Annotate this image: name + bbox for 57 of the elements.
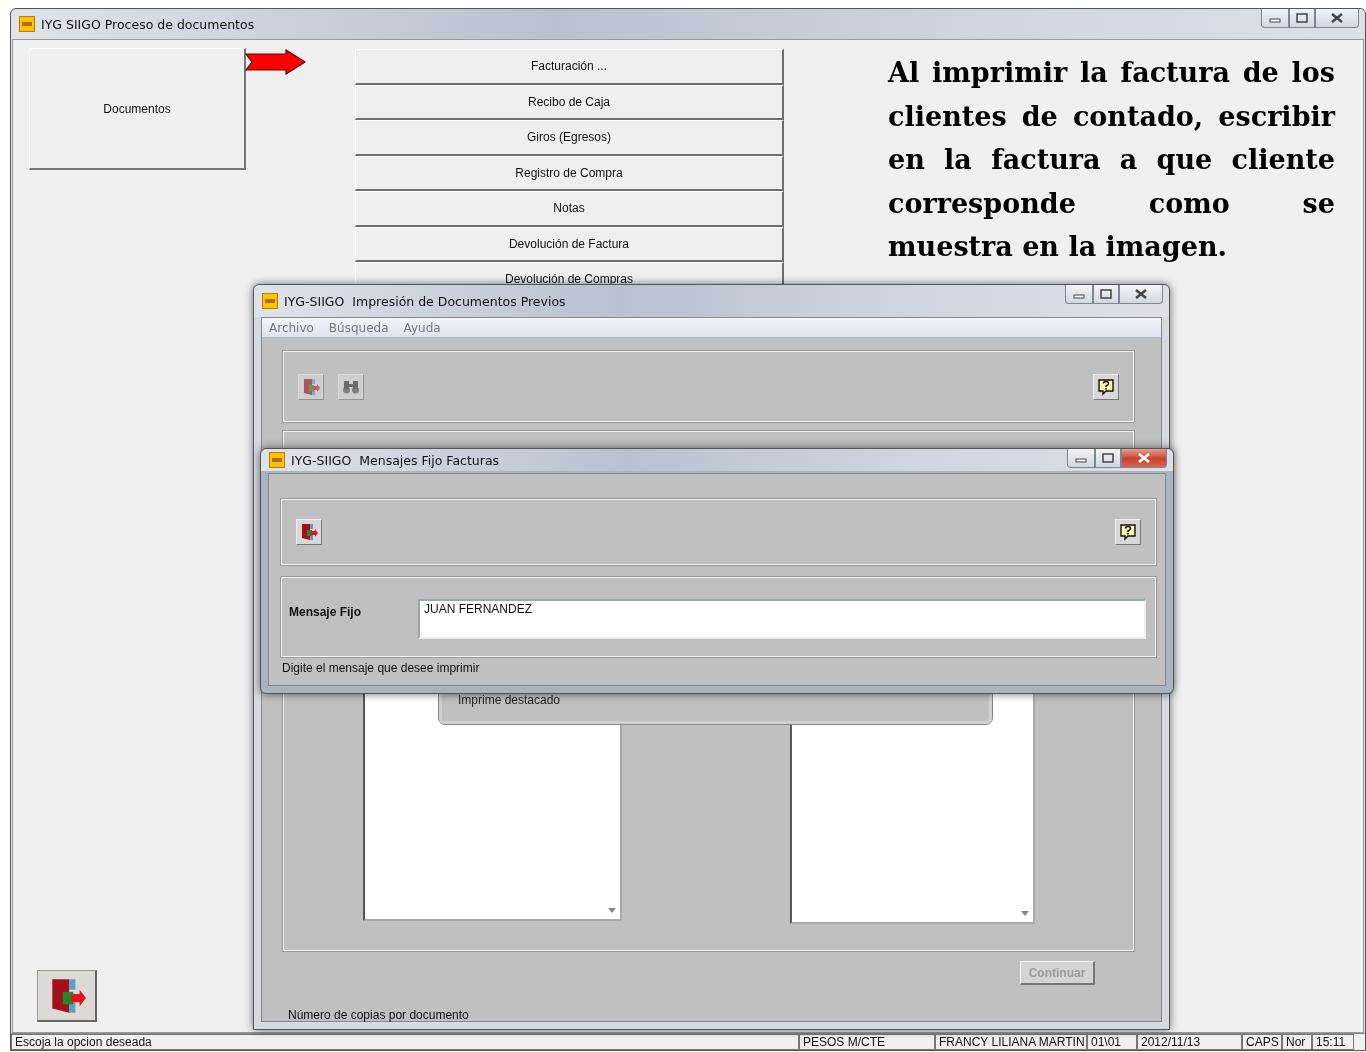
binoculars-icon xyxy=(342,378,360,395)
help-icon xyxy=(1097,377,1115,396)
menu-button[interactable]: Facturación ... xyxy=(355,49,784,85)
close-button[interactable] xyxy=(1315,9,1359,28)
app-logo-icon xyxy=(262,293,278,309)
maximize-icon xyxy=(1296,13,1308,23)
help-icon xyxy=(1119,523,1137,541)
module-button[interactable]: Documentos xyxy=(29,48,246,170)
exit-door-icon xyxy=(301,376,321,397)
maximize-icon xyxy=(1102,453,1114,463)
menu-item[interactable]: Búsqueda xyxy=(328,320,389,335)
close-icon xyxy=(1331,13,1343,23)
app-logo-icon xyxy=(269,452,285,468)
menu-button[interactable]: Giros (Egresos) xyxy=(355,120,784,156)
annotation-text: Al imprimir la factura de los clientes de contado, escribir en la factura a que cliente corresponde como se muestra en la imagen. xyxy=(888,56,1335,264)
exit-door-icon xyxy=(299,522,319,542)
frame-label: Imprime destacado xyxy=(458,693,561,707)
status-text: 15:11 xyxy=(1312,1034,1354,1050)
window-title: IYG SIIGO Proceso de documentos xyxy=(41,16,256,32)
status-text: CAPS xyxy=(1242,1034,1282,1050)
maximize-button[interactable] xyxy=(1289,9,1315,28)
exit-button[interactable] xyxy=(37,970,97,1022)
field-label: Mensaje Fijo xyxy=(289,604,363,619)
status-text: Escoja la opcion deseada xyxy=(11,1034,799,1050)
hint-text: Número de copias por documento xyxy=(288,1008,470,1022)
status-text: 2012/11/13 xyxy=(1137,1034,1242,1050)
status-text: Nor xyxy=(1282,1034,1312,1050)
hint-text: Digite el mensaje que desee imprimir xyxy=(282,661,481,675)
close-button[interactable] xyxy=(1119,285,1163,304)
arrow-icon xyxy=(245,49,307,75)
menu-item[interactable]: Ayuda xyxy=(403,320,441,335)
list-box[interactable] xyxy=(363,692,622,921)
scroll-down-icon xyxy=(1021,911,1029,916)
message-field[interactable]: JUAN FERNANDEZ xyxy=(418,599,1146,639)
minimize-button[interactable] xyxy=(1065,285,1093,304)
minimize-button[interactable] xyxy=(1261,9,1289,28)
close-icon xyxy=(1138,453,1150,463)
status-text: PESOS M/CTE xyxy=(799,1034,935,1050)
search-button[interactable] xyxy=(338,373,364,400)
maximize-button[interactable] xyxy=(1093,285,1119,304)
scroll-down-icon xyxy=(608,908,616,913)
help-button[interactable] xyxy=(1093,373,1119,400)
status-text: FRANCY LILIANA MARTIN xyxy=(935,1034,1087,1050)
help-button[interactable] xyxy=(1115,519,1141,545)
close-icon xyxy=(1135,289,1147,299)
menu-button[interactable]: Notas xyxy=(355,191,784,227)
menu-item[interactable]: Archivo xyxy=(269,320,314,335)
minimize-button[interactable] xyxy=(1067,449,1095,468)
menu-button[interactable]: Recibo de Caja xyxy=(355,84,784,120)
maximize-icon xyxy=(1100,289,1112,299)
window-title: IYG-SIIGO Mensajes Fijo Facturas xyxy=(291,452,501,468)
maximize-button[interactable] xyxy=(1095,449,1121,468)
app-logo-icon xyxy=(19,16,35,32)
menu-button[interactable]: Registro de Compra xyxy=(355,155,784,191)
menu-button[interactable]: Devolución de Factura xyxy=(355,226,784,262)
status-text: 01\01 xyxy=(1087,1034,1137,1050)
close-button[interactable] xyxy=(1121,449,1167,468)
